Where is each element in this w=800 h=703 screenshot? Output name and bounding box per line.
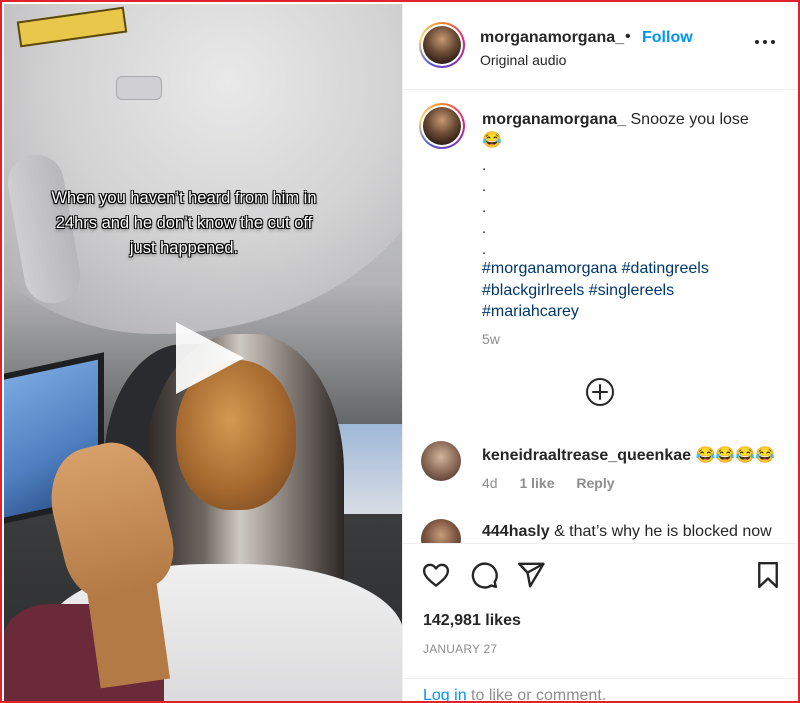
post-caption: morganamorgana_ Snooze you lose 😂 xyxy=(482,109,782,151)
comment-button[interactable] xyxy=(469,560,499,590)
hashtag-link[interactable]: #singlereels xyxy=(589,282,674,299)
post-actions: 142,981 likes JANUARY 27 Log in to like … xyxy=(403,543,798,703)
login-link[interactable]: Log in xyxy=(423,687,467,701)
hashtag-link[interactable]: #blackgirlreels xyxy=(482,282,584,299)
share-button[interactable] xyxy=(516,560,546,590)
load-more-comments-button[interactable] xyxy=(585,377,615,407)
more-options-button[interactable] xyxy=(753,30,777,54)
comment-time[interactable]: 4d xyxy=(482,475,498,491)
caption-avatar[interactable] xyxy=(419,103,465,149)
post-header: morganamorgana_ • Follow Original audio xyxy=(403,4,798,90)
commenter-avatar[interactable] xyxy=(421,441,461,481)
login-text: to like or comment. xyxy=(471,687,607,703)
post-date[interactable]: JANUARY 27 xyxy=(423,642,497,656)
reel-video[interactable]: When you haven’t heard from him in 24hrs… xyxy=(4,4,402,701)
rear-window xyxy=(336,424,402,514)
play-button[interactable] xyxy=(170,318,250,398)
comment-body: 444hasly & that’s why he is blocked now xyxy=(482,523,772,541)
window-frame: When you haven’t heard from him in 24hrs… xyxy=(0,0,800,703)
caption-text: Snooze you lose xyxy=(630,111,749,128)
hashtag-link[interactable]: #morganamorgana xyxy=(482,260,617,277)
add-circle-icon xyxy=(586,378,614,406)
caption-time[interactable]: 5w xyxy=(482,331,500,347)
play-icon xyxy=(176,322,244,394)
save-button[interactable] xyxy=(753,560,783,590)
separator-dot: • xyxy=(625,28,631,45)
caption-hashtags: #morganamorgana #datingreels #blackgirlr… xyxy=(482,258,782,323)
heart-icon xyxy=(422,563,450,587)
caption-emoji: 😂 xyxy=(482,132,502,149)
comment-text: & that’s why he is blocked now xyxy=(554,523,772,540)
caption-username[interactable]: morganamorgana_ xyxy=(482,111,626,128)
comment-meta: 4d 1 like Reply xyxy=(482,475,633,491)
comment-username[interactable]: keneidraaltrease_queenkae xyxy=(482,447,691,464)
login-prompt: Log in to like or comment. xyxy=(403,678,798,703)
likes-count[interactable]: 142,981 likes xyxy=(423,612,521,630)
like-button[interactable] xyxy=(421,560,451,590)
author-avatar[interactable] xyxy=(419,22,465,68)
comment-username[interactable]: 444hasly xyxy=(482,523,550,540)
share-icon xyxy=(517,562,545,588)
comment-text: 😂😂😂😂 xyxy=(695,447,776,464)
hashtag-link[interactable]: #datingreels xyxy=(622,260,709,277)
comment-likes[interactable]: 1 like xyxy=(519,475,554,491)
bookmark-icon xyxy=(758,561,778,589)
caption-dots: . . . . . xyxy=(482,157,487,258)
audio-label[interactable]: Original audio xyxy=(480,52,566,68)
post-panel: morganamorgana_ • Follow Original audio … xyxy=(402,4,798,703)
comment-icon xyxy=(471,562,498,589)
car-vent xyxy=(116,76,162,100)
comment-body: keneidraaltrease_queenkae 😂😂😂😂 xyxy=(482,445,775,465)
comments-section[interactable]: morganamorgana_ Snooze you lose 😂 . . . … xyxy=(403,91,798,543)
video-caption: When you haven’t heard from him in 24hrs… xyxy=(51,189,317,257)
reply-button[interactable]: Reply xyxy=(576,475,614,491)
commenter-avatar[interactable] xyxy=(421,519,461,543)
follow-button[interactable]: Follow xyxy=(642,29,693,47)
hashtag-link[interactable]: #mariahcarey xyxy=(482,303,579,320)
more-icon xyxy=(755,40,775,44)
author-username[interactable]: morganamorgana_ xyxy=(480,29,624,47)
